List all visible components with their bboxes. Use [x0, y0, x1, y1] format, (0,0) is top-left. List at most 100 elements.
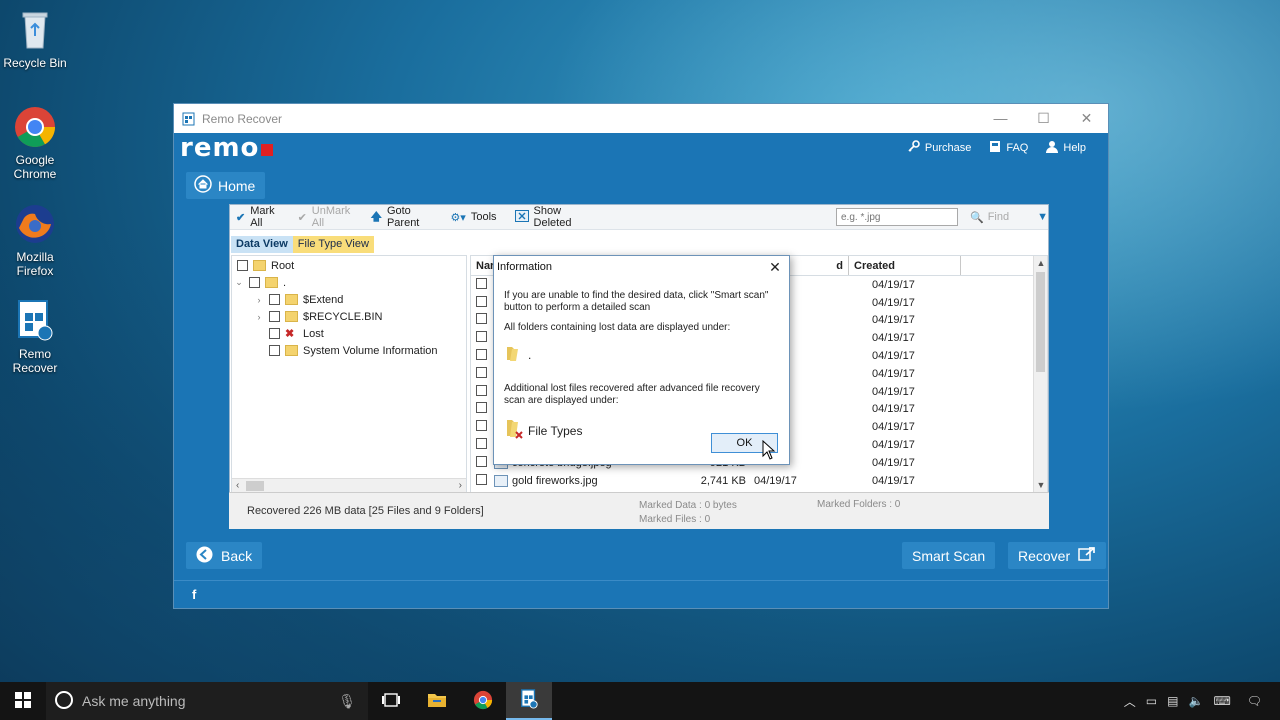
tab-data-view[interactable]: Data View [231, 236, 293, 253]
desktop-icon-recycle-bin[interactable]: Recycle Bin [0, 8, 70, 70]
home-label: Home [218, 177, 256, 194]
recover-button[interactable]: Recover [1008, 542, 1107, 569]
tree-item[interactable]: System Volume Information [269, 342, 438, 359]
tree-item[interactable]: ✖ Lost [269, 325, 324, 342]
vertical-scrollbar[interactable]: ▲ ▼ [1033, 256, 1047, 492]
mouse-cursor-icon [762, 439, 776, 463]
scroll-right-icon[interactable]: › [459, 480, 462, 491]
tab-file-type-view[interactable]: File Type View [292, 236, 374, 253]
dialog-close-icon[interactable]: ✕ [761, 259, 789, 276]
row-checkbox[interactable] [476, 420, 488, 434]
checkbox[interactable] [269, 345, 280, 356]
tree-item[interactable]: › $RECYCLE.BIN [254, 308, 383, 325]
window-titlebar[interactable]: Remo Recover — ☐ ✕ [174, 104, 1108, 133]
desktop-icon-chrome[interactable]: Google Chrome [0, 105, 70, 181]
row-checkbox[interactable] [476, 295, 488, 310]
row-name: gold fireworks.jpg [512, 474, 598, 487]
show-deleted-button[interactable]: Show Deleted [514, 205, 586, 229]
close-icon[interactable]: ✕ [1065, 110, 1108, 127]
microphone-icon[interactable]: 🎙 [338, 693, 356, 710]
taskbar-file-explorer[interactable] [414, 682, 460, 720]
faq-link[interactable]: FAQ [989, 140, 1028, 156]
deleted-icon [514, 209, 529, 225]
scroll-down-icon[interactable]: ▼ [1034, 480, 1047, 490]
row-created: 04/19/17 [872, 332, 915, 345]
folder-icon [253, 260, 266, 271]
cortana-placeholder: Ask me anything [82, 693, 186, 709]
row-checkbox[interactable] [476, 349, 488, 363]
checkbox[interactable] [237, 260, 248, 271]
row-size: 2,741 KB [700, 474, 746, 487]
row-checkbox[interactable] [476, 402, 488, 416]
brand-bar: remo Purchase FAQ Help [174, 133, 1108, 163]
checkbox[interactable] [269, 328, 280, 339]
row-checkbox[interactable] [476, 438, 488, 452]
maximize-icon[interactable]: ☐ [1022, 110, 1065, 127]
tree-item[interactable]: › $Extend [254, 291, 344, 308]
smart-scan-button[interactable]: Smart Scan [902, 542, 996, 569]
cortana-search[interactable]: Ask me anything 🎙 [46, 682, 368, 720]
cortana-icon [54, 690, 74, 713]
collapse-arrow-icon[interactable]: › [254, 312, 264, 322]
purchase-link[interactable]: Purchase [907, 140, 971, 156]
volume-icon[interactable]: 🔈 [1188, 694, 1203, 708]
tree-item-dot[interactable]: ⌄ . [234, 274, 286, 291]
expand-arrow-icon[interactable]: ⌄ [234, 277, 244, 288]
search-input[interactable] [836, 208, 958, 226]
checkbox[interactable] [269, 294, 280, 305]
tree-item-label: $Extend [303, 293, 344, 306]
desktop-icon-firefox[interactable]: Mozilla Firefox [0, 202, 70, 278]
checkbox[interactable] [249, 277, 260, 288]
minimize-icon[interactable]: — [979, 110, 1022, 127]
keyboard-icon[interactable]: ⌨ [1213, 694, 1230, 708]
desktop-icon-remo[interactable]: Remo Recover [0, 299, 70, 375]
chevron-down-icon[interactable]: ▼ [1037, 211, 1048, 223]
folder-icon [285, 311, 298, 322]
mark-all-label: Mark All [250, 205, 275, 229]
status-bar: Recovered 226 MB data [25 Files and 9 Fo… [229, 492, 1049, 529]
unmark-all-button[interactable]: ✔ UnMark All [298, 205, 353, 229]
row-checkbox[interactable] [476, 384, 488, 399]
table-row[interactable]: gold fireworks.jpg 2,741 KB 04/19/17 04/19/… [471, 472, 1047, 490]
row-checkbox[interactable] [476, 313, 488, 327]
scroll-up-icon[interactable]: ▲ [1034, 258, 1047, 268]
tree-item-label: Lost [303, 327, 324, 340]
chevron-up-icon[interactable]: ︿ [1124, 693, 1136, 710]
start-button[interactable] [0, 682, 46, 720]
back-button[interactable]: Back [186, 542, 263, 569]
column-created[interactable]: Created [849, 256, 961, 275]
dialog-titlebar[interactable]: Information ✕ [494, 256, 789, 278]
window-title: Remo Recover [202, 111, 283, 126]
taskbar-chrome[interactable] [460, 682, 506, 720]
help-link[interactable]: Help [1046, 140, 1086, 156]
chrome-icon [13, 105, 57, 149]
power-icon[interactable]: ▭ [1146, 694, 1157, 708]
marked-data: Marked Data : 0 bytes [639, 500, 737, 511]
row-checkbox[interactable] [476, 473, 488, 488]
taskbar-remo-recover[interactable] [506, 682, 552, 720]
row-checkbox[interactable] [476, 455, 488, 470]
dialog-message-3: Additional lost files recovered after ad… [504, 383, 760, 406]
tools-dropdown[interactable]: ⚙▾ Tools [450, 211, 496, 224]
checkbox[interactable] [269, 311, 280, 322]
facebook-icon[interactable]: f [192, 587, 196, 602]
notifications-icon[interactable]: 🗨 [1247, 694, 1262, 708]
horizontal-scrollbar[interactable]: ‹ › [232, 478, 466, 492]
network-icon[interactable]: ▤ [1167, 694, 1178, 708]
find-button[interactable]: 🔍 Find [970, 211, 1009, 224]
file-explorer-icon [427, 692, 447, 711]
collapse-arrow-icon[interactable]: › [254, 295, 264, 305]
mark-all-button[interactable]: ✔ Mark All [236, 205, 280, 229]
smart-scan-label: Smart Scan [912, 547, 986, 564]
task-view-button[interactable] [368, 682, 414, 720]
scroll-left-icon[interactable]: ‹ [236, 480, 239, 491]
row-created: 04/19/17 [872, 474, 915, 487]
row-checkbox[interactable] [476, 277, 488, 292]
row-created: 04/19/17 [872, 278, 915, 291]
row-checkbox[interactable] [476, 366, 488, 381]
goto-parent-button[interactable]: 🡅 Goto Parent [371, 205, 433, 229]
home-button[interactable]: Home [186, 172, 266, 199]
information-dialog: Information ✕ If you are unable to find … [493, 255, 790, 465]
row-checkbox[interactable] [476, 331, 488, 345]
tree-item-root[interactable]: Root [237, 257, 294, 274]
